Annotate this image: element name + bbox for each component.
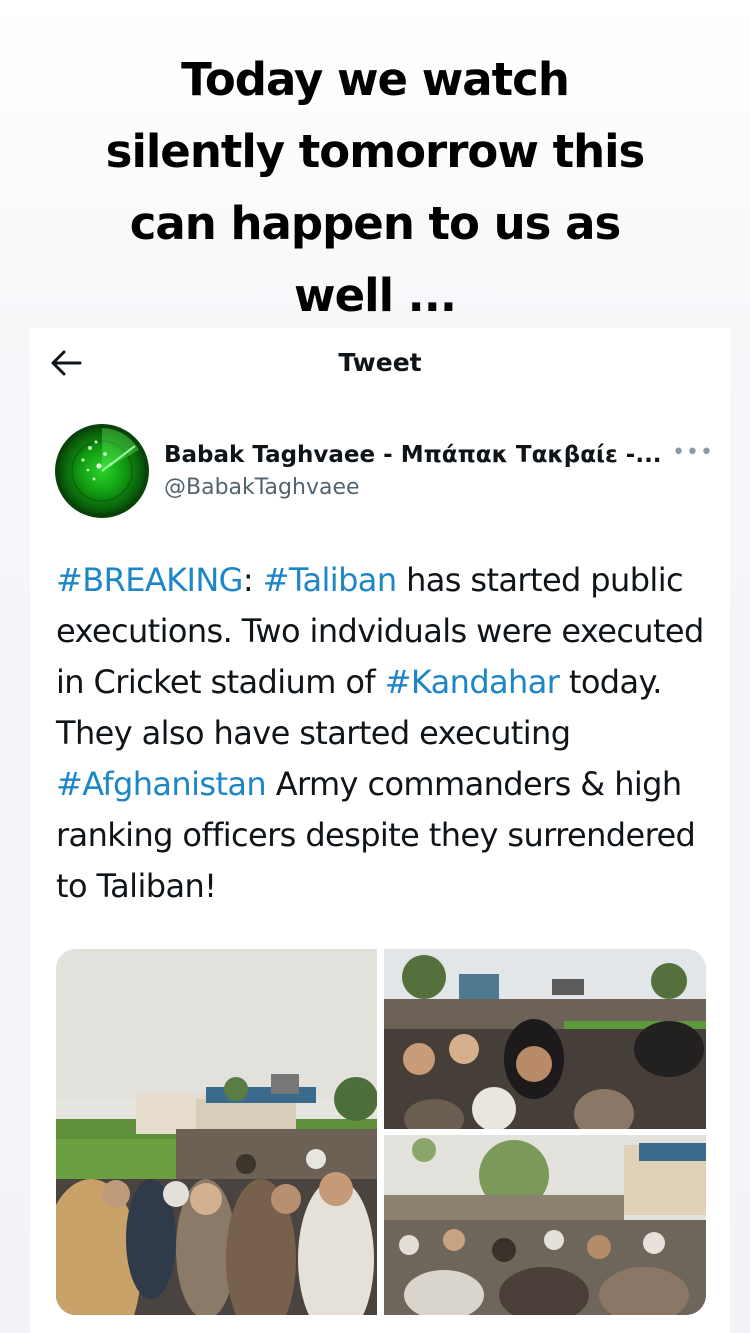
author-name[interactable]: Babak Taghvaee - Μπάπακ Τακβαίε -... <box>164 440 662 470</box>
radar-logo-icon <box>57 426 147 516</box>
tweet-photo-stadium-crowd[interactable] <box>56 949 377 1315</box>
hashtag-link[interactable]: #Afghanistan <box>56 765 267 803</box>
author-handle[interactable]: @BabakTaghvaee <box>164 474 360 502</box>
tweet-photo-crowd-building[interactable] <box>384 1135 706 1315</box>
image-caption: Today we watch silently tomorrow this ca… <box>0 44 750 332</box>
page-title: Tweet <box>338 348 422 377</box>
caption-line: well ... <box>294 269 457 322</box>
hashtag-link[interactable]: #Kandahar <box>385 663 560 701</box>
hashtag-link[interactable]: #BREAKING <box>56 561 243 599</box>
tweet-text-segment: : <box>242 561 263 599</box>
tweet-photo-crowd-field[interactable] <box>384 949 706 1129</box>
hashtag-link[interactable]: #Taliban <box>263 561 397 599</box>
more-horizontal-icon: ••• <box>672 440 714 465</box>
more-options-button[interactable]: ••• <box>672 441 713 465</box>
tweet-media-grid <box>56 949 706 1315</box>
tweet-text: #BREAKING: #Taliban has started public e… <box>56 555 716 912</box>
avatar[interactable] <box>55 424 149 518</box>
tweet-card: Tweet Babak Taghvaee - Μπάπακ Τακβαίε -.… <box>30 328 730 1333</box>
caption-line: Today we watch <box>181 53 570 106</box>
caption-line: silently tomorrow this <box>105 125 646 178</box>
caption-line: can happen to us as <box>129 197 622 250</box>
